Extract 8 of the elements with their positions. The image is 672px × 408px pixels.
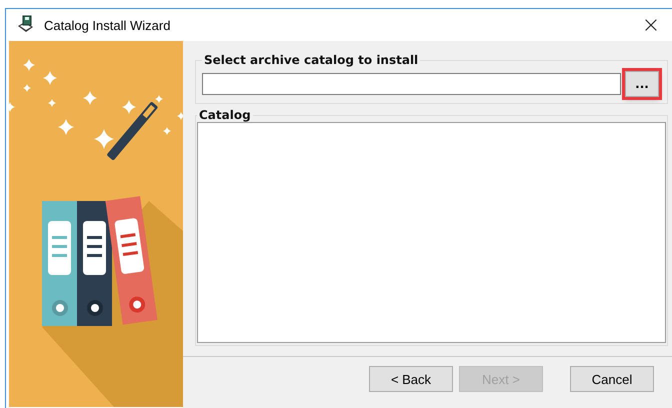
path-input-field[interactable] (202, 73, 621, 95)
group-title: Select archive catalog to install (203, 53, 420, 67)
browse-button[interactable]: ... (625, 71, 659, 97)
wizard-button[interactable]: < Back (369, 366, 453, 392)
wizard-button[interactable]: Cancel (570, 366, 654, 392)
window-title: Catalog Install Wizard (44, 18, 172, 32)
group-title: Catalog (198, 108, 252, 122)
close-button[interactable]: × (634, 10, 668, 40)
